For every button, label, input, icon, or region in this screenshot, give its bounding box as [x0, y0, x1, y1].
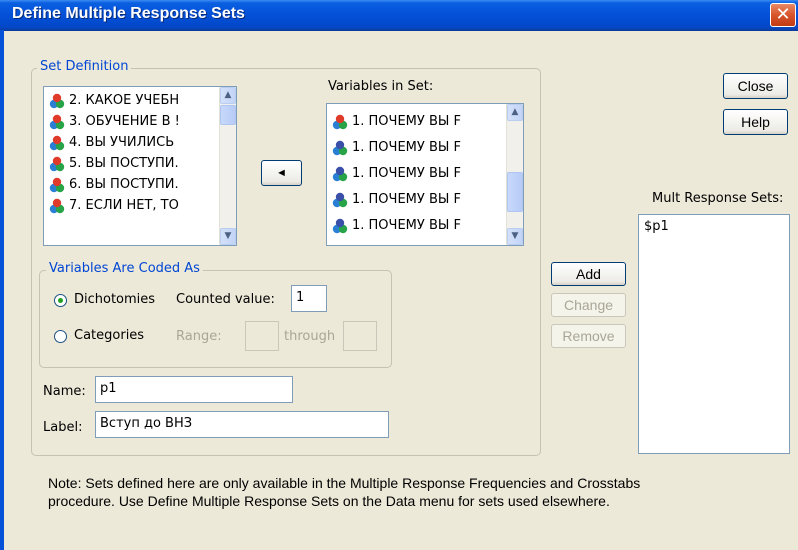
dichotomies-radio[interactable] [54, 294, 67, 307]
variables-in-set-list[interactable]: 1. ПОЧЕМУ ВЫ F 1. ПОЧЕМУ ВЫ F 1. ПОЧЕМУ … [326, 103, 524, 246]
list-item[interactable]: 6. ВЫ ПОСТУПИ. [44, 174, 236, 195]
scroll-up-button[interactable]: ▲ [507, 104, 523, 121]
label-input[interactable]: Вступ до ВНЗ [95, 411, 389, 438]
nominal-variable-icon [49, 114, 65, 130]
range-label: Range: [176, 329, 222, 344]
coded-as-group [39, 270, 392, 368]
change-button[interactable]: Change [551, 293, 626, 317]
list-item[interactable]: 3. ОБУЧЕНИЕ В ! [44, 111, 236, 132]
coded-as-legend: Variables Are Coded As [46, 261, 203, 276]
list-item[interactable]: 1. ПОЧЕМУ ВЫ F [327, 109, 523, 135]
nominal-variable-icon [332, 114, 348, 130]
list-item[interactable]: 2. КАКОЕ УЧЕБН [44, 90, 236, 111]
scale-variable-icon [332, 140, 348, 156]
list-item[interactable]: 7. ЕСЛИ НЕТ, ТО [44, 195, 236, 216]
list-item[interactable]: 1. ПОЧЕМУ ВЫ F [327, 187, 523, 213]
nominal-variable-icon [49, 198, 65, 214]
variables-in-set-scrollbar[interactable]: ▲ ▼ [506, 104, 523, 245]
note-line: Note: Sets defined here are only availab… [48, 475, 641, 491]
range-from-input[interactable] [245, 321, 279, 351]
list-item[interactable]: 4. ВЫ УЧИЛИСЬ [44, 132, 236, 153]
help-button[interactable]: Help [723, 109, 788, 135]
name-label: Name: [43, 384, 86, 399]
set-definition-legend: Set Definition [37, 59, 132, 74]
label-label: Label: [43, 420, 83, 435]
nominal-variable-icon [49, 156, 65, 172]
counted-value-label: Counted value: [176, 292, 275, 307]
scroll-down-button[interactable]: ▼ [220, 228, 236, 245]
remove-button[interactable]: Remove [551, 324, 626, 348]
variables-in-set-label: Variables in Set: [328, 79, 434, 94]
window-frame-left [0, 30, 4, 550]
dichotomies-label[interactable]: Dichotomies [74, 292, 155, 307]
list-item[interactable]: $p1 [639, 218, 789, 236]
nominal-variable-icon [49, 177, 65, 193]
counted-value-input[interactable]: 1 [291, 285, 327, 312]
nominal-variable-icon [49, 93, 65, 109]
nominal-variable-icon [49, 135, 65, 151]
note-text: Note: Sets defined here are only availab… [48, 474, 748, 510]
categories-label[interactable]: Categories [74, 328, 144, 343]
categories-radio[interactable] [54, 330, 67, 343]
source-list-scrollbar[interactable]: ▲ ▼ [219, 87, 236, 245]
move-variable-button[interactable]: ◄ [261, 160, 302, 186]
through-label: through [284, 329, 336, 344]
title-bar[interactable]: Define Multiple Response Sets ✕ [0, 0, 798, 31]
scale-variable-icon [332, 166, 348, 182]
list-item[interactable]: 1. ПОЧЕМУ ВЫ F [327, 135, 523, 161]
scale-variable-icon [332, 218, 348, 234]
window-close-button[interactable]: ✕ [770, 3, 796, 27]
scroll-thumb[interactable] [220, 105, 236, 125]
scroll-up-button[interactable]: ▲ [220, 87, 236, 104]
scroll-thumb[interactable] [507, 172, 523, 212]
mult-response-sets-label: Mult Response Sets: [652, 191, 784, 206]
close-button[interactable]: Close [723, 73, 788, 99]
list-item[interactable]: 5. ВЫ ПОСТУПИ. [44, 153, 236, 174]
scroll-down-button[interactable]: ▼ [507, 228, 523, 245]
range-to-input[interactable] [343, 321, 377, 351]
note-line: procedure. Use Define Multiple Response … [48, 493, 610, 509]
scale-variable-icon [332, 192, 348, 208]
window-title: Define Multiple Response Sets [12, 5, 245, 22]
add-button[interactable]: Add [551, 262, 626, 286]
list-item[interactable]: 1. ПОЧЕМУ ВЫ F [327, 161, 523, 187]
name-input[interactable]: p1 [95, 376, 293, 403]
source-variable-list[interactable]: 2. КАКОЕ УЧЕБН 3. ОБУЧЕНИЕ В ! 4. ВЫ УЧИ… [43, 86, 237, 246]
list-item[interactable]: 1. ПОЧЕМУ ВЫ F [327, 213, 523, 239]
mult-response-sets-list[interactable]: $p1 [638, 214, 790, 454]
